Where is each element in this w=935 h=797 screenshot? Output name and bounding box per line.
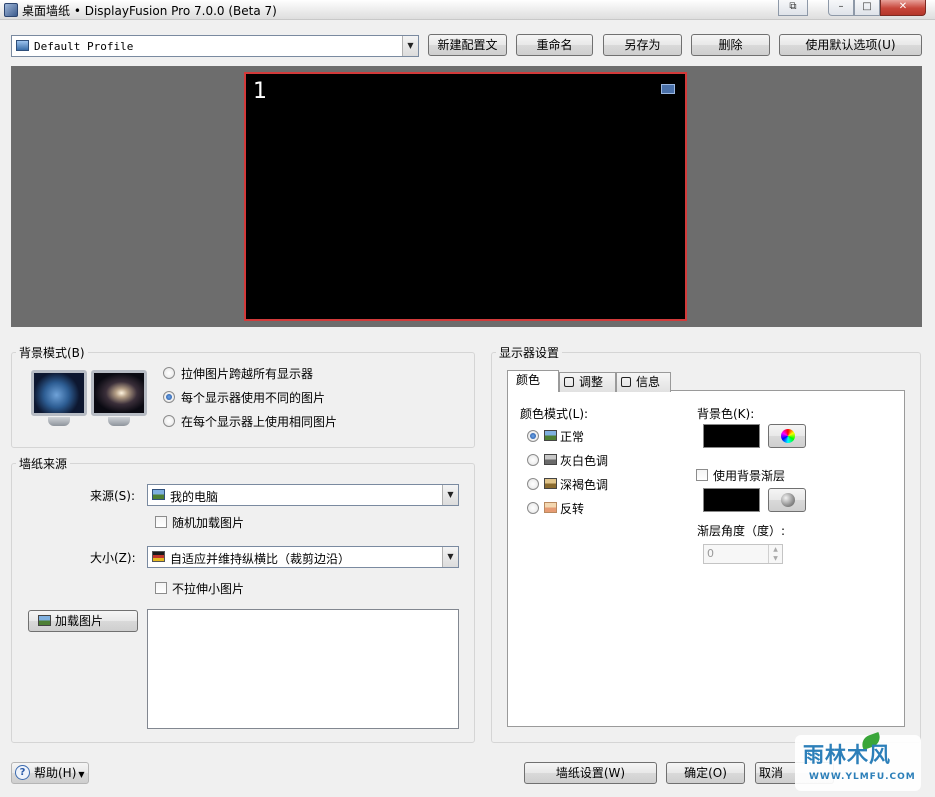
help-icon: ? [15, 765, 30, 780]
picture-grayscale-icon [544, 454, 557, 465]
random-load-checkbox[interactable] [155, 516, 167, 528]
maximize-button[interactable]: □ [854, 0, 880, 16]
source-label: 来源(S): [90, 489, 136, 503]
no-stretch-label[interactable]: 不拉伸小图片 [172, 580, 244, 597]
rename-button[interactable]: 重命名 [516, 34, 593, 56]
color-sepia-radio[interactable] [527, 478, 539, 490]
watermark-main-text: 雨林木风 [803, 743, 891, 767]
color-wheel-icon [781, 429, 795, 443]
restore-layout-button[interactable]: ⧉ [778, 0, 808, 16]
wallpaper-source-title: 墙纸来源 [16, 455, 71, 472]
mode-same-label[interactable]: 在每个显示器上使用相同图片 [181, 413, 337, 430]
help-button[interactable]: ? 帮助(H) ▼ [11, 762, 89, 784]
gray-ball-icon [781, 493, 795, 507]
load-image-label: 加载图片 [55, 614, 104, 628]
size-select-value: 自适应并维持纵横比（裁剪边沿） [170, 552, 351, 566]
tab-color[interactable]: 颜色 [507, 370, 559, 392]
tab-checkbox-icon [621, 377, 631, 387]
gradient-angle-label: 渐层角度（度）: [697, 524, 786, 538]
use-gradient-checkbox[interactable] [696, 469, 708, 481]
tab-info-label: 信息 [636, 375, 661, 389]
monitor-stand-icon [108, 417, 130, 426]
picture-sepia-icon [544, 478, 557, 489]
chevron-down-icon: ▼ [78, 770, 85, 779]
random-load-label[interactable]: 随机加载图片 [172, 514, 244, 531]
tab-checkbox-icon [564, 377, 574, 387]
spinner-arrows-icon[interactable]: ▲ ▼ [768, 545, 782, 563]
tab-adjust[interactable]: 调整 [559, 372, 616, 392]
picture-icon [38, 615, 51, 626]
color-invert-label[interactable]: 反转 [560, 500, 584, 517]
use-gradient-label[interactable]: 使用背景渐层 [713, 467, 785, 484]
galaxy-wallpaper-thumbnail [91, 370, 147, 416]
ok-button[interactable]: 确定(O) [666, 762, 745, 784]
image-list[interactable] [147, 609, 459, 729]
source-select[interactable]: 我的电脑 ▼ [147, 484, 459, 506]
wallpaper-settings-button[interactable]: 墙纸设置(W) [524, 762, 657, 784]
tab-adjust-label: 调整 [579, 375, 604, 389]
source-select-value: 我的电脑 [170, 490, 219, 504]
picture-normal-icon [544, 430, 557, 441]
mode-different-radio[interactable] [163, 391, 175, 403]
bg-color-picker-button[interactable] [768, 424, 806, 448]
bg-color-swatch [703, 424, 760, 448]
no-stretch-checkbox[interactable] [155, 582, 167, 594]
tab-info[interactable]: 信息 [616, 372, 671, 392]
new-profile-button[interactable]: 新建配置文 [428, 34, 507, 56]
mode-same-radio[interactable] [163, 415, 175, 427]
app-icon [4, 3, 18, 17]
picture-icon [152, 489, 165, 500]
size-label: 大小(Z): [90, 551, 136, 565]
color-normal-label[interactable]: 正常 [560, 428, 584, 445]
chevron-down-icon[interactable]: ▼ [442, 485, 458, 505]
delete-button[interactable]: 删除 [691, 34, 770, 56]
tab-color-label: 颜色 [516, 373, 541, 387]
color-normal-radio[interactable] [527, 430, 539, 442]
monitor-settings-title: 显示器设置 [496, 344, 563, 361]
gradient-angle-value: 0 [707, 547, 714, 560]
load-image-button[interactable]: 加载图片 [28, 610, 138, 632]
monitor-icon [16, 40, 29, 51]
bg-color-label: 背景色(K): [697, 407, 755, 421]
mode-different-label[interactable]: 每个显示器使用不同的图片 [181, 389, 325, 406]
background-mode-title: 背景模式(B) [16, 344, 88, 361]
color-grayscale-radio[interactable] [527, 454, 539, 466]
watermark-url-text: WWW.YLMFU.COM [809, 772, 916, 782]
color-invert-radio[interactable] [527, 502, 539, 514]
close-button[interactable]: ✕ [880, 0, 926, 16]
color-grayscale-label[interactable]: 灰白色调 [560, 452, 608, 469]
mode-stretch-radio[interactable] [163, 367, 175, 379]
window-title: 桌面墙纸 • DisplayFusion Pro 7.0.0 (Beta 7) [22, 4, 277, 18]
chevron-down-icon[interactable]: ▼ [442, 547, 458, 567]
monitor-1-preview[interactable] [244, 72, 687, 321]
monitor-wallpaper-icon[interactable] [661, 84, 675, 94]
monitor-number: 1 [253, 79, 267, 104]
profile-select[interactable]: Default Profile ▼ [11, 35, 419, 57]
chevron-down-icon[interactable]: ▼ [402, 36, 418, 56]
color-sepia-label[interactable]: 深褐色调 [560, 476, 608, 493]
use-defaults-button[interactable]: 使用默认选项(U) [779, 34, 922, 56]
gradient-color-picker-button[interactable] [768, 488, 806, 512]
gradient-color-swatch [703, 488, 760, 512]
monitor-stand-icon [48, 417, 70, 426]
profile-select-value: Default Profile [34, 40, 134, 53]
site-watermark-logo: 雨林木风 WWW.YLMFU.COM [795, 731, 921, 791]
earth-wallpaper-thumbnail [31, 370, 87, 416]
save-as-button[interactable]: 另存为 [603, 34, 682, 56]
color-mode-label: 颜色模式(L): [520, 407, 589, 421]
gradient-angle-spinner[interactable]: 0 ▲ ▼ [703, 544, 783, 564]
picture-invert-icon [544, 502, 557, 513]
minimize-button[interactable]: – [828, 0, 854, 16]
size-mode-icon [152, 551, 165, 562]
size-select[interactable]: 自适应并维持纵横比（裁剪边沿） ▼ [147, 546, 459, 568]
mode-stretch-label[interactable]: 拉伸图片跨越所有显示器 [181, 365, 313, 382]
help-button-label: 帮助(H) [34, 766, 77, 780]
